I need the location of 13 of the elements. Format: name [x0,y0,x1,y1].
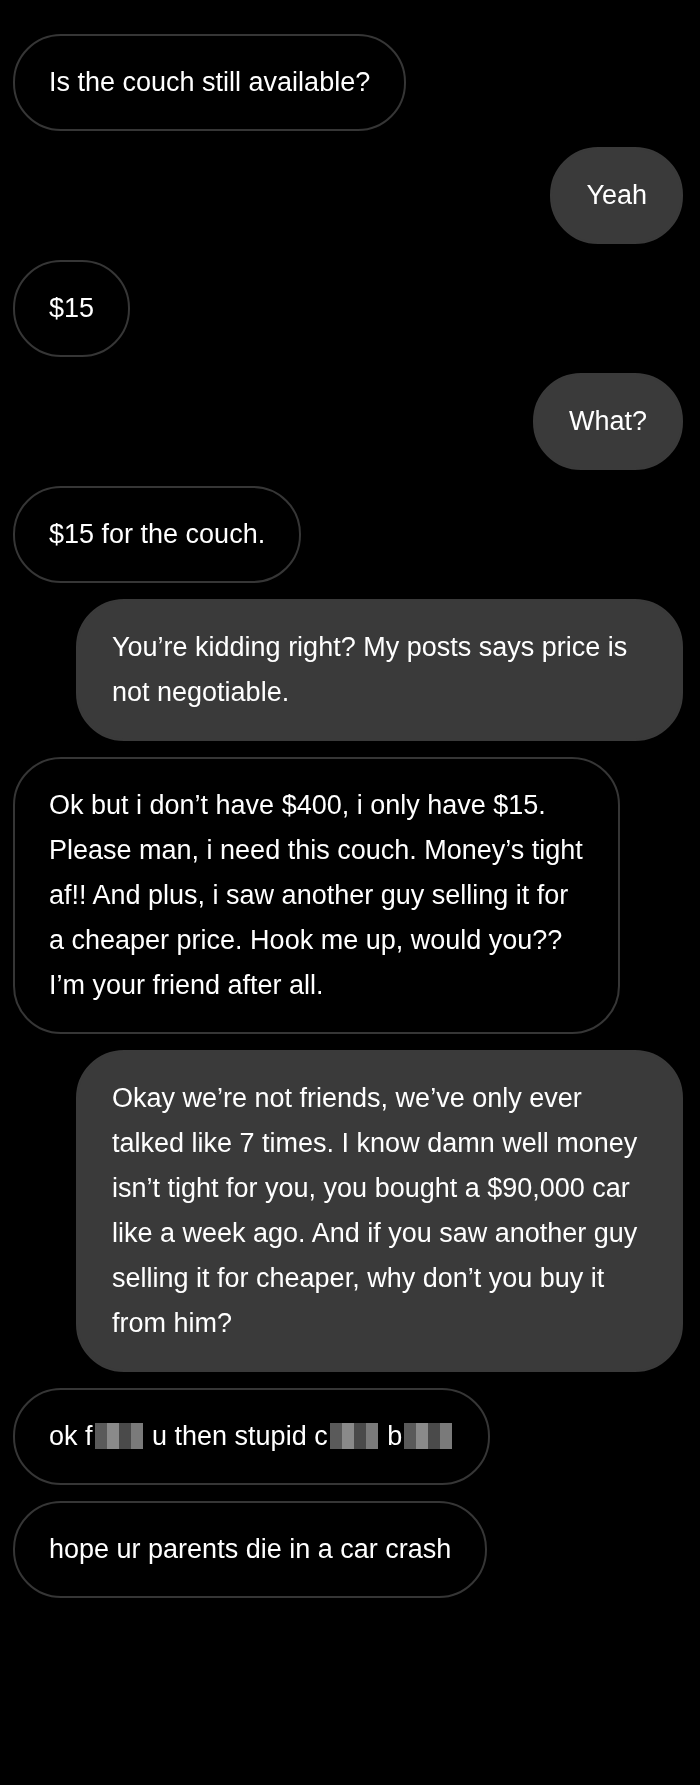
message-bubble: $15 for the couch. [13,486,302,583]
message-bubble: ok f u then stupid c b [13,1388,491,1485]
message-bubble: Is the couch still available? [13,34,407,131]
message-bubble: What? [532,373,683,470]
message-bubble: hope ur parents die in a car crash [13,1501,488,1598]
message-bubble: Okay we’re not friends, we’ve only ever talked like 7 times. I know damn well money isn’t tight for you, you bought a $90,000 car like a week ago. And if you saw another guy selling it for cheaper, why don’t you buy it from him? [76,1050,683,1372]
message-bubble: Yeah [550,147,683,244]
message-bubble: $15 [13,260,131,357]
message-bubble: Ok but i don’t have $400, i only have $15. Please man, i need this couch. Money’s tight af!! And plus, i saw another guy selling it for a cheaper price. Hook me up, would you?? I’m your friend after all. [13,757,620,1034]
message-bubble: You’re kidding right? My posts says price is not negotiable. [76,599,683,741]
pixelated-censor [94,1423,143,1449]
pixelated-censor [404,1423,453,1449]
pixelated-censor [329,1423,378,1449]
